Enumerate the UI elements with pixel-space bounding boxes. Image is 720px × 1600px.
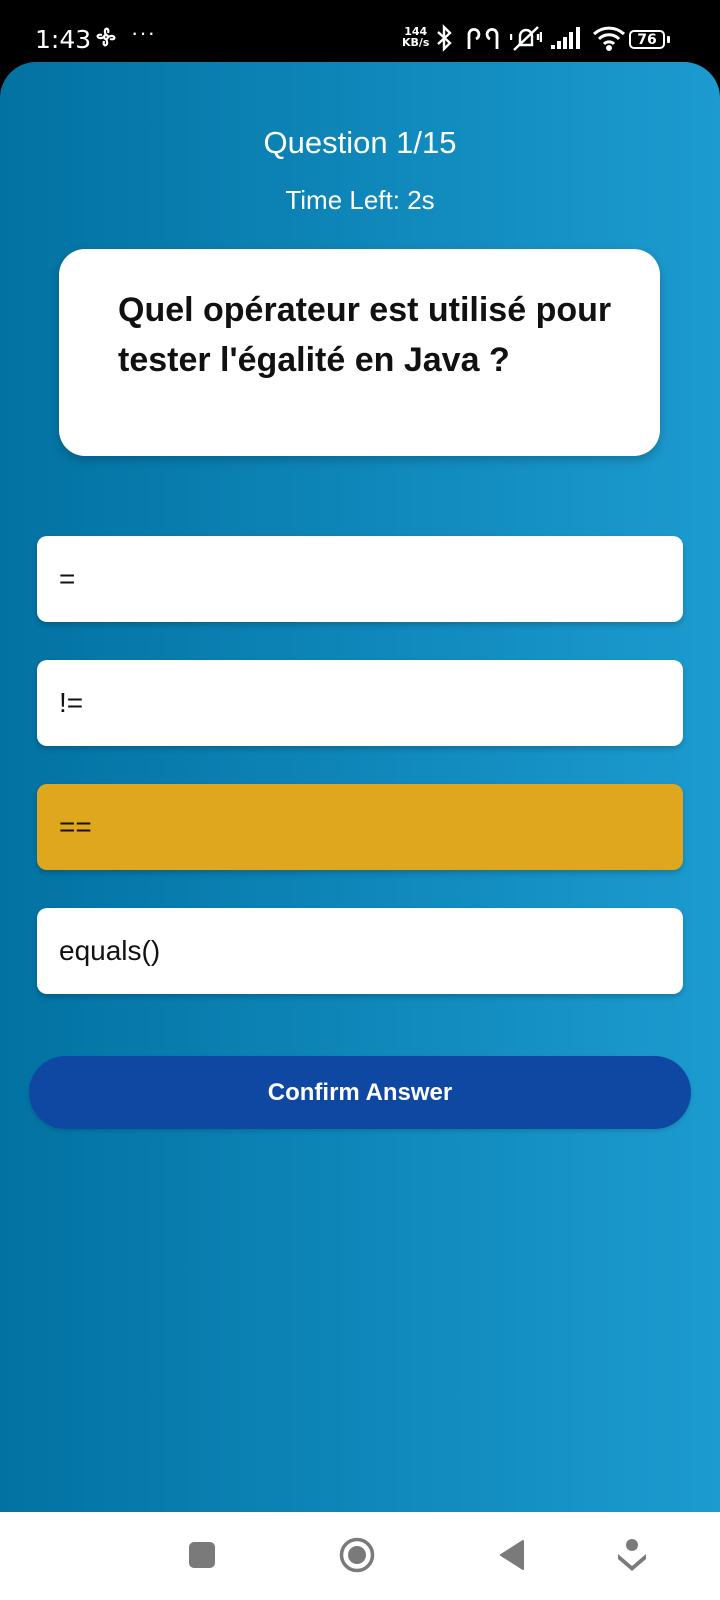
quiz-screen: Question 1/15 Time Left: 2s Quel opérate… [0, 62, 720, 1512]
more-notifications-icon: ··· [131, 20, 156, 45]
status-bar: 1:43 ··· 144 KB/s 76 [0, 0, 720, 62]
answer-option-4[interactable]: equals() [37, 908, 683, 994]
wifi-icon [592, 25, 628, 56]
home-circle-icon[interactable] [339, 1537, 375, 1578]
navigation-bar [0, 1512, 720, 1600]
question-text: Quel opérateur est utilisé pour tester l… [118, 291, 612, 379]
answer-option-3-selected[interactable]: == [37, 784, 683, 870]
confirm-answer-button[interactable]: Confirm Answer [29, 1056, 691, 1129]
battery-icon: 76 [629, 30, 665, 49]
bluetooth-icon [434, 24, 456, 57]
network-speed: 144 KB/s [402, 26, 429, 48]
time-left: Time Left: 2s [285, 185, 435, 215]
assistant-icon[interactable] [617, 1538, 647, 1577]
earbuds-icon [465, 25, 501, 56]
battery-tip [667, 36, 670, 43]
vibrate-silent-icon [509, 24, 543, 57]
question-card: Quel opérateur est utilisé pour tester l… [59, 249, 660, 456]
answer-option-1[interactable]: = [37, 536, 683, 622]
status-time: 1:43 [35, 25, 92, 54]
recents-square-icon[interactable] [189, 1542, 215, 1573]
answer-option-2[interactable]: != [37, 660, 683, 746]
network-speed-unit: KB/s [402, 36, 430, 49]
question-counter: Question 1/15 [263, 125, 457, 160]
fan-icon [93, 24, 119, 55]
back-triangle-icon[interactable] [499, 1540, 525, 1575]
signal-icon [551, 26, 583, 55]
